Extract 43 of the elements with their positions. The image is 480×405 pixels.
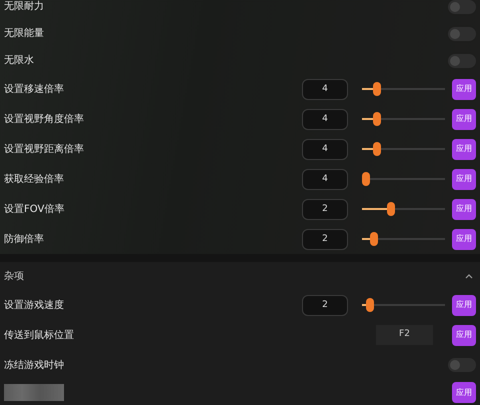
slider-thumb[interactable] <box>373 82 382 96</box>
setting-label: 设置视野角度倍率 <box>4 112 85 126</box>
setting-label: 设置游戏速度 <box>4 298 65 312</box>
value-input[interactable]: 2 <box>302 198 348 220</box>
value-input[interactable]: 4 <box>302 108 348 130</box>
setting-label: 设置视野距离倍率 <box>4 142 85 156</box>
slider-thumb[interactable] <box>386 202 395 216</box>
toggle-switch[interactable] <box>448 54 476 68</box>
hotkey-field[interactable]: F2 <box>376 325 433 345</box>
setting-label: 设置移速倍率 <box>4 82 65 96</box>
toggle-switch[interactable] <box>448 26 476 40</box>
setting-label: 无限耐力 <box>4 0 45 14</box>
section-title: 杂项 <box>4 270 25 284</box>
apply-button[interactable]: 应用 <box>452 198 476 220</box>
slider-thumb[interactable] <box>370 232 378 246</box>
toggle-switch[interactable] <box>448 0 476 14</box>
apply-button[interactable]: 应用 <box>452 78 476 100</box>
setting-label: 无限能量 <box>4 26 45 41</box>
slider-thumb[interactable] <box>362 172 370 186</box>
apply-button[interactable]: 应用 <box>452 168 476 190</box>
apply-button[interactable]: 应用 <box>452 108 476 130</box>
setting-label: 无限水 <box>4 54 35 68</box>
value-input[interactable]: 4 <box>302 138 348 160</box>
setting-label: 防御倍率 <box>4 232 45 246</box>
apply-button[interactable]: 应用 <box>452 228 476 250</box>
setting-label: 传送到鼠标位置 <box>4 328 75 342</box>
apply-button[interactable]: 应用 <box>452 294 476 316</box>
value-input[interactable]: 4 <box>302 78 348 100</box>
apply-button[interactable]: 应用 <box>452 138 476 160</box>
setting-label: 冻结游戏时钟 <box>4 358 65 372</box>
setting-label: 设置FOV倍率 <box>4 202 66 216</box>
slider-thumb[interactable] <box>373 142 382 156</box>
apply-button[interactable]: 应用 <box>452 324 476 346</box>
collapse-caret-icon[interactable] <box>465 274 473 278</box>
value-input[interactable]: 2 <box>302 228 348 250</box>
apply-button[interactable]: 应用 <box>452 382 476 403</box>
value-input[interactable]: 2 <box>302 294 348 316</box>
slider-thumb[interactable] <box>373 112 382 126</box>
blurred-label <box>4 384 64 401</box>
slider-thumb[interactable] <box>366 298 374 312</box>
toggle-switch[interactable] <box>448 358 476 372</box>
setting-label: 获取经验倍率 <box>4 172 65 186</box>
value-input[interactable]: 4 <box>302 168 348 190</box>
